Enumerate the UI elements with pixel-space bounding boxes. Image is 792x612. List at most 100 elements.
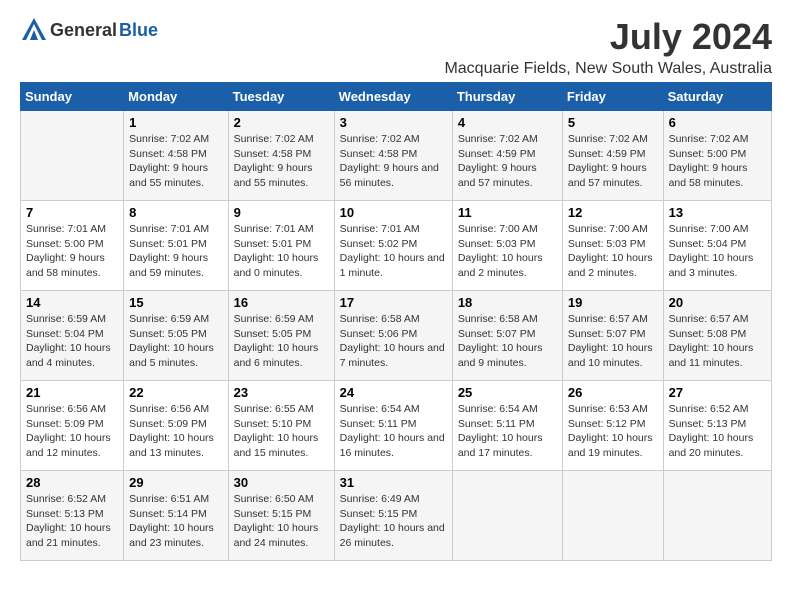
day-cell: 15 Sunrise: 6:59 AMSunset: 5:05 PMDayligh… [124,291,228,381]
day-number: 14 [26,295,118,310]
subtitle: Macquarie Fields, New South Wales, Austr… [444,60,772,78]
day-number: 23 [234,385,329,400]
day-number: 12 [568,205,658,220]
day-cell: 12 Sunrise: 7:00 AMSunset: 5:03 PMDayligh… [562,201,663,291]
day-number: 16 [234,295,329,310]
day-number: 5 [568,115,658,130]
day-number: 30 [234,475,329,490]
day-cell: 1 Sunrise: 7:02 AMSunset: 4:58 PMDaylight… [124,111,228,201]
logo-icon [20,16,48,44]
day-cell: 8 Sunrise: 7:01 AMSunset: 5:01 PMDaylight… [124,201,228,291]
day-detail: Sunrise: 7:02 AMSunset: 4:59 PMDaylight:… [458,132,557,191]
day-detail: Sunrise: 6:51 AMSunset: 5:14 PMDaylight:… [129,492,222,551]
header-cell-monday: Monday [124,83,228,111]
logo: General Blue [20,16,158,44]
week-row-3: 14 Sunrise: 6:59 AMSunset: 5:04 PMDayligh… [21,291,772,381]
day-number: 19 [568,295,658,310]
day-number: 28 [26,475,118,490]
day-number: 2 [234,115,329,130]
day-cell: 31 Sunrise: 6:49 AMSunset: 5:15 PMDayligh… [334,471,452,561]
day-number: 18 [458,295,557,310]
day-cell: 4 Sunrise: 7:02 AMSunset: 4:59 PMDaylight… [452,111,562,201]
day-detail: Sunrise: 6:56 AMSunset: 5:09 PMDaylight:… [26,402,118,461]
day-detail: Sunrise: 6:50 AMSunset: 5:15 PMDaylight:… [234,492,329,551]
day-detail: Sunrise: 7:02 AMSunset: 4:58 PMDaylight:… [340,132,447,191]
calendar-table: SundayMondayTuesdayWednesdayThursdayFrid… [20,82,772,561]
day-number: 7 [26,205,118,220]
header-cell-wednesday: Wednesday [334,83,452,111]
day-cell: 29Sunrise: 6:51 AMSunset: 5:14 PMDayligh… [124,471,228,561]
day-number: 15 [129,295,222,310]
day-detail: Sunrise: 6:52 AMSunset: 5:13 PMDaylight:… [26,492,118,551]
day-cell: 22 Sunrise: 6:56 AMSunset: 5:09 PMDayligh… [124,381,228,471]
day-cell: 16 Sunrise: 6:59 AMSunset: 5:05 PMDayligh… [228,291,334,381]
day-cell: 27Sunrise: 6:52 AMSunset: 5:13 PMDayligh… [663,381,771,471]
day-detail: Sunrise: 7:02 AMSunset: 4:58 PMDaylight:… [129,132,222,191]
day-detail: Sunrise: 6:57 AMSunset: 5:08 PMDaylight:… [669,312,766,371]
day-detail: Sunrise: 7:02 AMSunset: 4:59 PMDaylight:… [568,132,658,191]
header-cell-sunday: Sunday [21,83,124,111]
day-cell: 20 Sunrise: 6:57 AMSunset: 5:08 PMDayligh… [663,291,771,381]
header-cell-saturday: Saturday [663,83,771,111]
day-cell: 9Sunrise: 7:01 AMSunset: 5:01 PMDaylight… [228,201,334,291]
day-cell: 10 Sunrise: 7:01 AMSunset: 5:02 PMDayligh… [334,201,452,291]
day-detail: Sunrise: 7:00 AMSunset: 5:03 PMDaylight:… [458,222,557,281]
day-number: 26 [568,385,658,400]
day-number: 8 [129,205,222,220]
day-number: 13 [669,205,766,220]
day-cell: 14 Sunrise: 6:59 AMSunset: 5:04 PMDayligh… [21,291,124,381]
day-detail: Sunrise: 7:01 AMSunset: 5:01 PMDaylight:… [129,222,222,281]
day-number: 20 [669,295,766,310]
day-cell: 7Sunrise: 7:01 AMSunset: 5:00 PMDaylight… [21,201,124,291]
day-number: 31 [340,475,447,490]
day-number: 17 [340,295,447,310]
day-detail: Sunrise: 6:54 AMSunset: 5:11 PMDaylight:… [340,402,447,461]
day-number: 6 [669,115,766,130]
day-detail: Sunrise: 6:58 AMSunset: 5:06 PMDaylight:… [340,312,447,371]
day-cell [452,471,562,561]
day-detail: Sunrise: 6:59 AMSunset: 5:04 PMDaylight:… [26,312,118,371]
day-number: 1 [129,115,222,130]
week-row-5: 28 Sunrise: 6:52 AMSunset: 5:13 PMDayligh… [21,471,772,561]
day-cell: 28 Sunrise: 6:52 AMSunset: 5:13 PMDayligh… [21,471,124,561]
day-number: 10 [340,205,447,220]
day-detail: Sunrise: 6:59 AMSunset: 5:05 PMDaylight:… [234,312,329,371]
day-number: 22 [129,385,222,400]
day-detail: Sunrise: 6:56 AMSunset: 5:09 PMDaylight:… [129,402,222,461]
day-cell: 2 Sunrise: 7:02 AMSunset: 4:58 PMDaylight… [228,111,334,201]
day-detail: Sunrise: 7:00 AMSunset: 5:03 PMDaylight:… [568,222,658,281]
day-cell: 30 Sunrise: 6:50 AMSunset: 5:15 PMDayligh… [228,471,334,561]
day-number: 25 [458,385,557,400]
day-cell: 3 Sunrise: 7:02 AMSunset: 4:58 PMDaylight… [334,111,452,201]
day-detail: Sunrise: 7:00 AMSunset: 5:04 PMDaylight:… [669,222,766,281]
day-cell: 24 Sunrise: 6:54 AMSunset: 5:11 PMDayligh… [334,381,452,471]
day-number: 21 [26,385,118,400]
day-detail: Sunrise: 7:02 AMSunset: 4:58 PMDaylight:… [234,132,329,191]
header-cell-friday: Friday [562,83,663,111]
day-detail: Sunrise: 7:01 AMSunset: 5:01 PMDaylight:… [234,222,329,281]
day-cell [663,471,771,561]
day-detail: Sunrise: 7:01 AMSunset: 5:02 PMDaylight:… [340,222,447,281]
day-number: 4 [458,115,557,130]
day-number: 24 [340,385,447,400]
week-row-2: 7Sunrise: 7:01 AMSunset: 5:00 PMDaylight… [21,201,772,291]
day-cell: 11Sunrise: 7:00 AMSunset: 5:03 PMDayligh… [452,201,562,291]
day-detail: Sunrise: 6:59 AMSunset: 5:05 PMDaylight:… [129,312,222,371]
day-cell [562,471,663,561]
logo-blue: Blue [119,20,158,41]
day-detail: Sunrise: 6:57 AMSunset: 5:07 PMDaylight:… [568,312,658,371]
day-detail: Sunrise: 6:49 AMSunset: 5:15 PMDaylight:… [340,492,447,551]
day-number: 27 [669,385,766,400]
week-row-1: 1 Sunrise: 7:02 AMSunset: 4:58 PMDaylight… [21,111,772,201]
day-number: 3 [340,115,447,130]
day-detail: Sunrise: 6:58 AMSunset: 5:07 PMDaylight:… [458,312,557,371]
day-cell: 18 Sunrise: 6:58 AMSunset: 5:07 PMDayligh… [452,291,562,381]
header-cell-thursday: Thursday [452,83,562,111]
day-cell: 6Sunrise: 7:02 AMSunset: 5:00 PMDaylight… [663,111,771,201]
day-detail: Sunrise: 6:54 AMSunset: 5:11 PMDaylight:… [458,402,557,461]
day-cell: 21 Sunrise: 6:56 AMSunset: 5:09 PMDayligh… [21,381,124,471]
day-cell [21,111,124,201]
week-row-4: 21 Sunrise: 6:56 AMSunset: 5:09 PMDayligh… [21,381,772,471]
day-detail: Sunrise: 6:55 AMSunset: 5:10 PMDaylight:… [234,402,329,461]
logo-general: General [50,20,117,41]
